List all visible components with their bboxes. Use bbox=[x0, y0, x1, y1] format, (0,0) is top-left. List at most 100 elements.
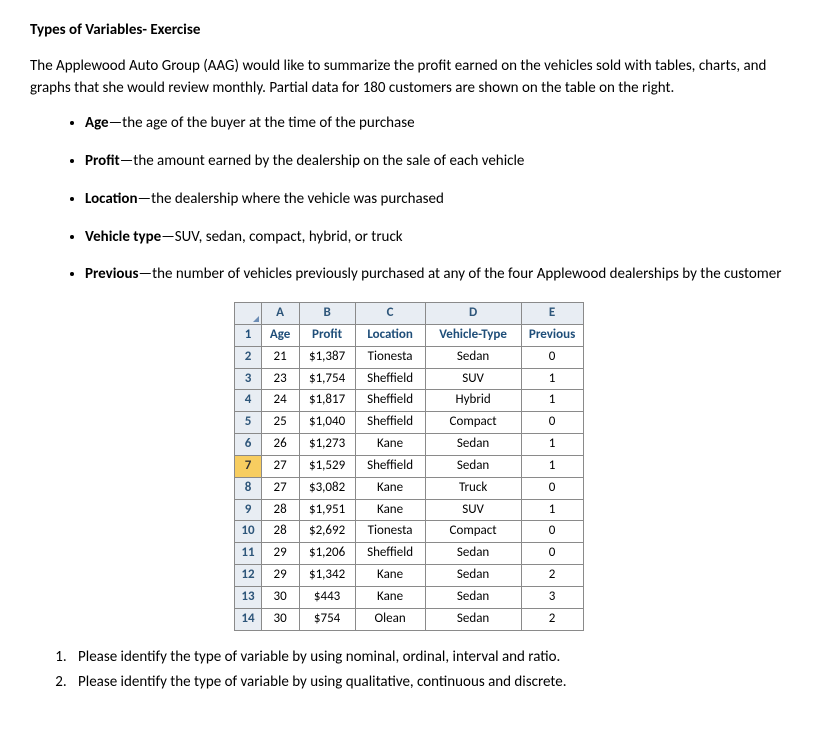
cell-vehicle-type[interactable]: Hybrid bbox=[425, 390, 521, 412]
cell-location[interactable]: Sheffield bbox=[355, 412, 425, 434]
cell-previous[interactable]: 1 bbox=[521, 390, 583, 412]
cell-profit[interactable]: $1,206 bbox=[299, 543, 355, 565]
row-number[interactable]: 10 bbox=[235, 521, 261, 543]
cell-previous[interactable]: 0 bbox=[521, 543, 583, 565]
cell-profit[interactable]: $1,342 bbox=[299, 565, 355, 587]
cell-location[interactable]: Kane bbox=[355, 565, 425, 587]
cell-previous[interactable]: 1 bbox=[521, 455, 583, 477]
cell-location[interactable]: Kane bbox=[355, 499, 425, 521]
cell-vehicle-type[interactable]: Sedan bbox=[425, 346, 521, 368]
row-number[interactable]: 4 bbox=[235, 390, 261, 412]
column-letter-row: A B C D E bbox=[235, 303, 583, 325]
col-letter[interactable]: D bbox=[425, 303, 521, 325]
cell-vehicle-type[interactable]: Truck bbox=[425, 477, 521, 499]
cell-previous[interactable]: 1 bbox=[521, 368, 583, 390]
cell-vehicle-type[interactable]: Sedan bbox=[425, 608, 521, 630]
definition-item: Previous—the number of vehicles previous… bbox=[85, 264, 788, 286]
cell-location[interactable]: Kane bbox=[355, 586, 425, 608]
cell-vehicle-type[interactable]: SUV bbox=[425, 499, 521, 521]
cell-previous[interactable]: 0 bbox=[521, 477, 583, 499]
cell-location[interactable]: Sheffield bbox=[355, 390, 425, 412]
header-cell[interactable]: Previous bbox=[521, 324, 583, 346]
row-number[interactable]: 1 bbox=[235, 324, 261, 346]
row-number[interactable]: 12 bbox=[235, 565, 261, 587]
cell-location[interactable]: Sheffield bbox=[355, 455, 425, 477]
cell-vehicle-type[interactable]: SUV bbox=[425, 368, 521, 390]
cell-location[interactable]: Sheffield bbox=[355, 543, 425, 565]
def-term: Profit bbox=[85, 152, 120, 170]
cell-profit[interactable]: $1,951 bbox=[299, 499, 355, 521]
table-row: 1028$2,692TionestaCompact0 bbox=[235, 521, 583, 543]
cell-age[interactable]: 27 bbox=[261, 477, 299, 499]
table-row: 626$1,273KaneSedan1 bbox=[235, 434, 583, 456]
cell-profit[interactable]: $1,817 bbox=[299, 390, 355, 412]
cell-vehicle-type[interactable]: Sedan bbox=[425, 434, 521, 456]
row-number[interactable]: 11 bbox=[235, 543, 261, 565]
header-cell[interactable]: Vehicle-Type bbox=[425, 324, 521, 346]
row-number[interactable]: 8 bbox=[235, 477, 261, 499]
definition-item: Vehicle type—SUV, sedan, compact, hybrid… bbox=[85, 227, 788, 249]
cell-vehicle-type[interactable]: Compact bbox=[425, 412, 521, 434]
cell-age[interactable]: 28 bbox=[261, 499, 299, 521]
row-number[interactable]: 2 bbox=[235, 346, 261, 368]
col-letter[interactable]: E bbox=[521, 303, 583, 325]
cell-profit[interactable]: $1,387 bbox=[299, 346, 355, 368]
cell-profit[interactable]: $754 bbox=[299, 608, 355, 630]
cell-location[interactable]: Sheffield bbox=[355, 368, 425, 390]
cell-previous[interactable]: 0 bbox=[521, 346, 583, 368]
cell-age[interactable]: 27 bbox=[261, 455, 299, 477]
header-cell[interactable]: Location bbox=[355, 324, 425, 346]
cell-profit[interactable]: $1,040 bbox=[299, 412, 355, 434]
cell-vehicle-type[interactable]: Sedan bbox=[425, 586, 521, 608]
def-term: Age bbox=[85, 114, 109, 132]
row-number[interactable]: 6 bbox=[235, 434, 261, 456]
header-cell[interactable]: Age bbox=[261, 324, 299, 346]
cell-age[interactable]: 23 bbox=[261, 368, 299, 390]
cell-age[interactable]: 21 bbox=[261, 346, 299, 368]
row-number[interactable]: 7 bbox=[235, 455, 261, 477]
row-number[interactable]: 9 bbox=[235, 499, 261, 521]
select-all-corner[interactable] bbox=[235, 303, 261, 325]
cell-location[interactable]: Kane bbox=[355, 477, 425, 499]
cell-profit[interactable]: $2,692 bbox=[299, 521, 355, 543]
cell-age[interactable]: 30 bbox=[261, 586, 299, 608]
definition-item: Profit—the amount earned by the dealersh… bbox=[85, 151, 788, 173]
cell-location[interactable]: Olean bbox=[355, 608, 425, 630]
header-cell[interactable]: Profit bbox=[299, 324, 355, 346]
cell-previous[interactable]: 0 bbox=[521, 412, 583, 434]
cell-profit[interactable]: $443 bbox=[299, 586, 355, 608]
cell-location[interactable]: Tionesta bbox=[355, 521, 425, 543]
cell-location[interactable]: Tionesta bbox=[355, 346, 425, 368]
cell-vehicle-type[interactable]: Sedan bbox=[425, 455, 521, 477]
cell-previous[interactable]: 2 bbox=[521, 565, 583, 587]
cell-vehicle-type[interactable]: Sedan bbox=[425, 565, 521, 587]
row-number[interactable]: 13 bbox=[235, 586, 261, 608]
cell-age[interactable]: 29 bbox=[261, 543, 299, 565]
cell-location[interactable]: Kane bbox=[355, 434, 425, 456]
cell-previous[interactable]: 1 bbox=[521, 434, 583, 456]
cell-previous[interactable]: 0 bbox=[521, 521, 583, 543]
cell-profit[interactable]: $3,082 bbox=[299, 477, 355, 499]
col-letter[interactable]: A bbox=[261, 303, 299, 325]
cell-age[interactable]: 25 bbox=[261, 412, 299, 434]
col-letter[interactable]: B bbox=[299, 303, 355, 325]
cell-previous[interactable]: 3 bbox=[521, 586, 583, 608]
row-number[interactable]: 3 bbox=[235, 368, 261, 390]
cell-profit[interactable]: $1,754 bbox=[299, 368, 355, 390]
cell-previous[interactable]: 2 bbox=[521, 608, 583, 630]
cell-vehicle-type[interactable]: Sedan bbox=[425, 543, 521, 565]
cell-profit[interactable]: $1,273 bbox=[299, 434, 355, 456]
def-term: Location bbox=[85, 190, 138, 208]
definition-item: Location—the dealership where the vehicl… bbox=[85, 189, 788, 211]
row-number[interactable]: 14 bbox=[235, 608, 261, 630]
cell-age[interactable]: 24 bbox=[261, 390, 299, 412]
cell-age[interactable]: 29 bbox=[261, 565, 299, 587]
row-number[interactable]: 5 bbox=[235, 412, 261, 434]
cell-age[interactable]: 28 bbox=[261, 521, 299, 543]
cell-age[interactable]: 30 bbox=[261, 608, 299, 630]
col-letter[interactable]: C bbox=[355, 303, 425, 325]
cell-profit[interactable]: $1,529 bbox=[299, 455, 355, 477]
cell-vehicle-type[interactable]: Compact bbox=[425, 521, 521, 543]
cell-previous[interactable]: 1 bbox=[521, 499, 583, 521]
cell-age[interactable]: 26 bbox=[261, 434, 299, 456]
